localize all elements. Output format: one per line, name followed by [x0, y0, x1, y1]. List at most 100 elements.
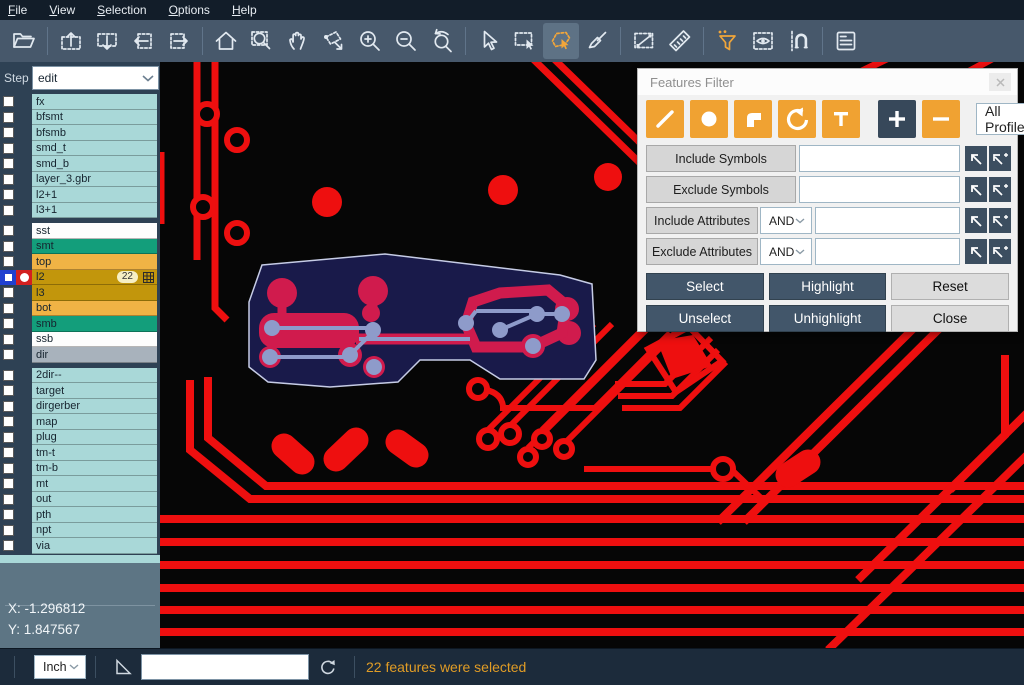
exclude-symbols-input[interactable]	[799, 176, 960, 203]
layers-form-button[interactable]	[828, 23, 864, 59]
layer-visibility-checkbox[interactable]	[0, 172, 16, 188]
layer-row-npt[interactable]: npt	[0, 523, 160, 539]
unselect-button[interactable]: Unselect	[646, 305, 764, 332]
arrow-left-box-button[interactable]	[125, 23, 161, 59]
layer-visibility-checkbox[interactable]	[0, 316, 16, 332]
layer-grid-icon[interactable]	[143, 272, 154, 283]
show-hide-button[interactable]	[745, 23, 781, 59]
layer-row-map[interactable]: map	[0, 414, 160, 430]
minus-filter-button[interactable]	[922, 100, 960, 138]
exclude-attributes-input[interactable]	[815, 238, 960, 265]
measure-line-button[interactable]	[626, 23, 662, 59]
layer-visibility-checkbox[interactable]	[0, 347, 16, 363]
layer-row-l2plus1[interactable]: l2+1	[0, 187, 160, 203]
include-attributes-input[interactable]	[815, 207, 960, 234]
features-filter-button[interactable]	[709, 23, 745, 59]
close-button[interactable]: Close	[891, 305, 1009, 332]
pick-attributes-button[interactable]	[965, 208, 987, 233]
command-input[interactable]	[141, 654, 309, 680]
include-symbols-label[interactable]: Include Symbols	[646, 145, 796, 172]
layer-visibility-checkbox[interactable]	[0, 399, 16, 415]
layer-visibility-checkbox[interactable]	[0, 223, 16, 239]
zoom-previous-button[interactable]	[424, 23, 460, 59]
layer-visibility-checkbox[interactable]	[0, 285, 16, 301]
layer-row-bfsmb[interactable]: bfsmb	[0, 125, 160, 141]
select-rectangle-button[interactable]	[507, 23, 543, 59]
layer-row-dirgerber[interactable]: dirgerber	[0, 399, 160, 415]
reset-button[interactable]: Reset	[891, 273, 1009, 300]
pick-add-attributes-button[interactable]	[989, 239, 1011, 264]
zoom-in-button[interactable]	[352, 23, 388, 59]
layer-row-out[interactable]: out	[0, 492, 160, 508]
clear-brush-button[interactable]	[579, 23, 615, 59]
zoom-window-button[interactable]	[244, 23, 280, 59]
layer-row-fx[interactable]: fx	[0, 94, 160, 110]
arrow-right-box-button[interactable]	[161, 23, 197, 59]
pick-symbols-button[interactable]	[965, 177, 987, 202]
layer-visibility-checkbox[interactable]	[0, 187, 16, 203]
layer-visibility-checkbox[interactable]	[0, 239, 16, 255]
layer-visibility-checkbox[interactable]	[0, 538, 16, 554]
layer-row-l3plus1[interactable]: l3+1	[0, 203, 160, 219]
pick-add-attributes-button[interactable]	[989, 208, 1011, 233]
layer-row-pth[interactable]: pth	[0, 507, 160, 523]
layer-visibility-checkbox[interactable]	[0, 507, 16, 523]
layer-row-smb[interactable]: smb	[0, 316, 160, 332]
exclude-symbols-label[interactable]: Exclude Symbols	[646, 176, 796, 203]
angle-snap-button[interactable]	[113, 657, 133, 677]
pick-add-symbols-button[interactable]	[989, 146, 1011, 171]
layer-row-layer_3[interactable]: layer_3.gbr	[0, 172, 160, 188]
layer-row-plug[interactable]: plug	[0, 430, 160, 446]
layer-row-tm-b[interactable]: tm-b	[0, 461, 160, 477]
zoom-out-button[interactable]	[388, 23, 424, 59]
text-tool-button[interactable]	[822, 100, 860, 138]
open-folder-button[interactable]	[6, 23, 42, 59]
menu-view[interactable]: View	[49, 3, 75, 17]
exclude-attributes-label[interactable]: Exclude Attributes	[646, 238, 758, 265]
menu-options[interactable]: Options	[169, 3, 210, 17]
ruler-button[interactable]	[662, 23, 698, 59]
layer-row-via[interactable]: via	[0, 538, 160, 554]
dialog-title-bar[interactable]: Features Filter	[638, 69, 1017, 95]
snap-button[interactable]	[781, 23, 817, 59]
select-button[interactable]: Select	[646, 273, 764, 300]
surface-tool-button[interactable]	[734, 100, 772, 138]
units-dropdown[interactable]: Inch	[34, 655, 86, 679]
layer-row-top[interactable]: top	[0, 254, 160, 270]
layer-row-2dir[interactable]: 2dir--	[0, 368, 160, 384]
layer-visibility-checkbox-checked[interactable]	[0, 270, 16, 286]
select-cursor-button[interactable]	[471, 23, 507, 59]
exclude-attributes-operator[interactable]: AND	[760, 238, 812, 265]
layer-visibility-checkbox[interactable]	[0, 254, 16, 270]
layer-visibility-checkbox[interactable]	[0, 110, 16, 126]
layer-visibility-checkbox[interactable]	[0, 332, 16, 348]
pan-hand-button[interactable]	[280, 23, 316, 59]
layer-row-tm-t[interactable]: tm-t	[0, 445, 160, 461]
layer-visibility-checkbox[interactable]	[0, 125, 16, 141]
unhighlight-button[interactable]: Unhighlight	[769, 305, 887, 332]
arc-tool-button[interactable]	[778, 100, 816, 138]
profile-dropdown[interactable]: All Profile	[976, 103, 1024, 135]
layer-row-bot[interactable]: bot	[0, 301, 160, 317]
layer-visibility-checkbox[interactable]	[0, 203, 16, 219]
plus-filter-button[interactable]	[878, 100, 916, 138]
layer-row-l2-active[interactable]: l2 22	[0, 270, 160, 286]
layer-row-target[interactable]: target	[0, 383, 160, 399]
layer-visibility-checkbox[interactable]	[0, 476, 16, 492]
layer-visibility-checkbox[interactable]	[0, 141, 16, 157]
layer-row-l3[interactable]: l3	[0, 285, 160, 301]
dialog-close-button[interactable]	[989, 73, 1011, 91]
layer-row-dir[interactable]: dir	[0, 347, 160, 363]
layer-row-bfsmt[interactable]: bfsmt	[0, 110, 160, 126]
select-polygon-button[interactable]	[543, 23, 579, 59]
menu-help[interactable]: Help	[232, 3, 257, 17]
layer-row-sst[interactable]: sst	[0, 223, 160, 239]
line-tool-button[interactable]	[646, 100, 684, 138]
include-attributes-label[interactable]: Include Attributes	[646, 207, 758, 234]
step-dropdown[interactable]: edit	[32, 66, 159, 90]
layer-visibility-checkbox[interactable]	[0, 461, 16, 477]
layer-visibility-checkbox[interactable]	[0, 523, 16, 539]
layer-visibility-checkbox[interactable]	[0, 156, 16, 172]
zoom-object-button[interactable]	[316, 23, 352, 59]
pick-attributes-button[interactable]	[965, 239, 987, 264]
